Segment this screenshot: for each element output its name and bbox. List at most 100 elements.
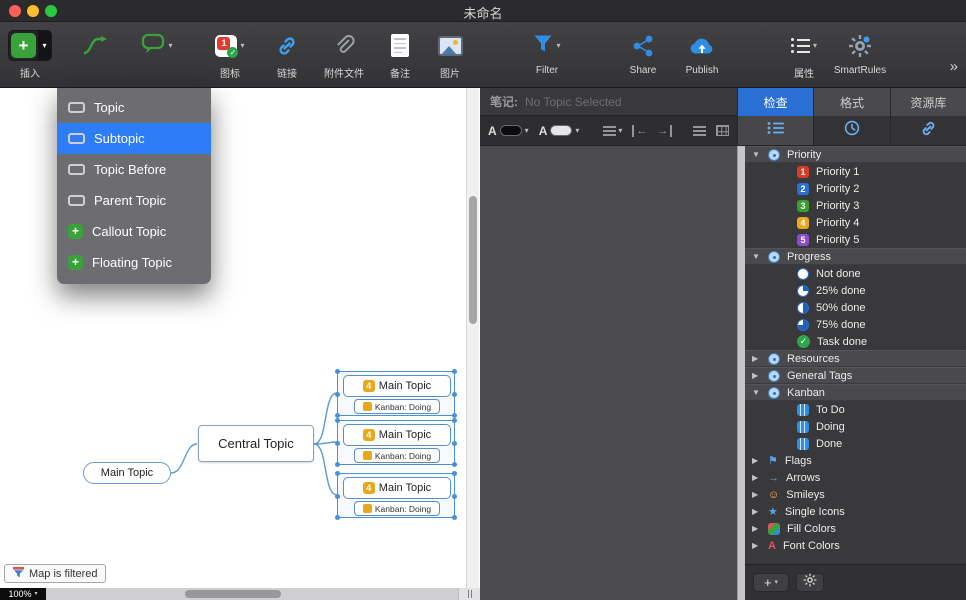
selection-handle[interactable] [335, 369, 340, 374]
selection-handle[interactable] [452, 418, 457, 423]
selection-handle[interactable] [452, 369, 457, 374]
disclosure-right-icon[interactable]: ▶ [752, 473, 764, 482]
toolbar-publish[interactable]: Publish [669, 29, 735, 77]
tree-group-general-tags[interactable]: ▶General Tags [745, 367, 966, 384]
toolbar-share[interactable]: Share [613, 29, 673, 77]
selection-handle[interactable] [452, 494, 457, 499]
tree-item-75-done[interactable]: 75% done [745, 316, 966, 333]
tree-group-flags[interactable]: ▶⚑Flags [745, 452, 966, 469]
tree-group-font-colors[interactable]: ▶AFont Colors [745, 537, 966, 554]
selection-handle[interactable] [452, 515, 457, 520]
selected-topic-group[interactable]: 4Main Topic Kanban: Doing [337, 420, 455, 465]
tab-format[interactable]: 格式 [813, 88, 889, 116]
settings-button[interactable] [796, 573, 824, 592]
tab-links[interactable] [890, 116, 966, 145]
selected-topic-group[interactable]: 4Main Topic Kanban: Doing [337, 371, 455, 416]
disclosure-right-icon[interactable]: ▶ [752, 371, 764, 380]
menu-item-subtopic[interactable]: Subtopic [57, 123, 211, 154]
kanban-tag-node[interactable]: Kanban: Doing [354, 501, 440, 516]
tree-item-doing[interactable]: Doing [745, 418, 966, 435]
selection-handle[interactable] [335, 515, 340, 520]
disclosure-down-icon[interactable]: ▼ [752, 150, 764, 159]
toolbar-link[interactable]: 链接 [266, 29, 308, 77]
selection-handle[interactable] [452, 462, 457, 467]
tree-item-priority-1[interactable]: 1Priority 1 [745, 163, 966, 180]
selection-handle[interactable] [452, 441, 457, 446]
selection-handle[interactable] [452, 392, 457, 397]
paragraph-style-button[interactable]: ▾ [603, 126, 622, 136]
main-topic-node[interactable]: 4Main Topic [343, 424, 451, 446]
add-icon-button[interactable]: +▾ [753, 573, 789, 592]
disclosure-right-icon[interactable]: ▶ [752, 507, 764, 516]
tree-group-fill-colors[interactable]: ▶Fill Colors [745, 520, 966, 537]
toolbar-relationship[interactable] [75, 29, 115, 77]
tree-item-priority-4[interactable]: 4Priority 4 [745, 214, 966, 231]
menu-item-callout-topic[interactable]: +Callout Topic [57, 216, 211, 247]
tree-group-kanban[interactable]: ▼Kanban [745, 384, 966, 401]
tree-group-single-icons[interactable]: ▶★Single Icons [745, 503, 966, 520]
disclosure-down-icon[interactable]: ▼ [752, 388, 764, 397]
menu-item-parent-topic[interactable]: Parent Topic [57, 185, 211, 216]
toolbar-insert[interactable]: +▾ 插入 [6, 29, 54, 77]
tree-item-task-done[interactable]: ✓Task done [745, 333, 966, 350]
horizontal-scroll-thumb[interactable] [185, 590, 281, 598]
menu-item-floating-topic[interactable]: +Floating Topic [57, 247, 211, 278]
toolbar-image[interactable]: 图片 [426, 29, 474, 77]
tree-group-arrows[interactable]: ▶→Arrows [745, 469, 966, 486]
selection-handle[interactable] [335, 471, 340, 476]
selection-handle[interactable] [335, 392, 340, 397]
tab-recent[interactable] [813, 116, 889, 145]
notes-editor[interactable] [480, 146, 737, 600]
panel-splitter[interactable] [737, 146, 745, 600]
main-topic-node[interactable]: 4Main Topic [343, 477, 451, 499]
disclosure-down-icon[interactable]: ▼ [752, 252, 764, 261]
indent-decrease-button[interactable]: ← [632, 125, 647, 137]
table-button[interactable] [716, 125, 729, 136]
tree-item-priority-5[interactable]: 5Priority 5 [745, 231, 966, 248]
tree-group-priority[interactable]: ▼Priority [745, 146, 966, 163]
disclosure-right-icon[interactable]: ▶ [752, 456, 764, 465]
toolbar-icons[interactable]: 1✓▾ 图标 [195, 29, 265, 77]
central-topic-node[interactable]: Central Topic [198, 425, 314, 462]
tree-item-not-done[interactable]: Not done [745, 265, 966, 282]
list-style-button[interactable] [693, 126, 706, 136]
selected-topic-group[interactable]: 4Main Topic Kanban: Doing [337, 473, 455, 518]
vertical-scroll-thumb[interactable] [469, 196, 477, 324]
zoom-control[interactable]: 100%▾ [0, 588, 46, 600]
disclosure-right-icon[interactable]: ▶ [752, 490, 764, 499]
menu-item-topic-before[interactable]: Topic Before [57, 154, 211, 185]
map-filtered-badge[interactable]: Map is filtered [4, 564, 106, 583]
toolbar-boundary[interactable]: ▾ [134, 29, 180, 77]
toolbar-overflow-chevron[interactable]: » [950, 58, 958, 75]
selection-handle[interactable] [452, 471, 457, 476]
canvas-vertical-scrollbar[interactable] [466, 88, 479, 588]
selection-handle[interactable] [335, 462, 340, 467]
disclosure-right-icon[interactable]: ▶ [752, 541, 764, 550]
toolbar-smartrules[interactable]: SmartRules [824, 29, 896, 77]
indent-increase-button[interactable]: → [657, 125, 672, 137]
tree-group-smileys[interactable]: ▶☺Smileys [745, 486, 966, 503]
tree-group-progress[interactable]: ▼Progress [745, 248, 966, 265]
highlight-color-button[interactable]: A▾ [539, 124, 580, 138]
menu-item-topic[interactable]: Topic [57, 92, 211, 123]
tree-item-25-done[interactable]: 25% done [745, 282, 966, 299]
selection-handle[interactable] [335, 418, 340, 423]
tab-library[interactable]: 资源库 [890, 88, 966, 116]
tab-tag-list[interactable] [737, 116, 813, 145]
tree-item-priority-2[interactable]: 2Priority 2 [745, 180, 966, 197]
selection-handle[interactable] [335, 441, 340, 446]
kanban-tag-node[interactable]: Kanban: Doing [354, 448, 440, 463]
tree-item-priority-3[interactable]: 3Priority 3 [745, 197, 966, 214]
notes-bar[interactable]: 笔记: No Topic Selected [480, 88, 737, 116]
kanban-tag-node[interactable]: Kanban: Doing [354, 399, 440, 414]
disclosure-right-icon[interactable]: ▶ [752, 524, 764, 533]
selection-handle[interactable] [335, 494, 340, 499]
font-color-button[interactable]: A▾ [488, 124, 529, 138]
tree-item-to-do[interactable]: To Do [745, 401, 966, 418]
tree-item-done[interactable]: Done [745, 435, 966, 452]
main-topic-node[interactable]: 4Main Topic [343, 375, 451, 397]
tree-item-50-done[interactable]: 50% done [745, 299, 966, 316]
tree-group-resources[interactable]: ▶Resources [745, 350, 966, 367]
toolbar-notes[interactable]: 备注 [380, 29, 420, 77]
main-topic-left-node[interactable]: Main Topic [83, 462, 171, 484]
